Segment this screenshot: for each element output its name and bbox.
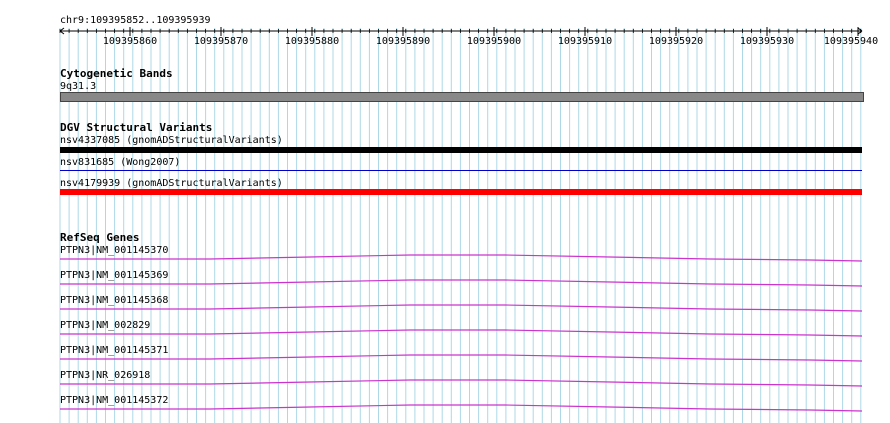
- dgv-variant-bar-2[interactable]: [60, 189, 862, 195]
- gene-line-3: [60, 329, 863, 337]
- gene-label-2[interactable]: PTPN3|NM_001145368: [60, 295, 168, 306]
- refseq-track-title: RefSeq Genes: [60, 231, 140, 244]
- ruler-tick-label-3: 109395890: [375, 36, 431, 47]
- gene-line-0: [60, 254, 863, 262]
- dgv-variant-label-0[interactable]: nsv4337085 (gnomADStructuralVariants): [60, 135, 283, 146]
- gene-line-2: [60, 304, 863, 312]
- ruler-tick-label-4: 109395900: [466, 36, 522, 47]
- dgv-variant-bar-0[interactable]: [60, 147, 862, 153]
- ruler-tick-label-0: 109395860: [102, 36, 158, 47]
- gene-line-4: [60, 354, 863, 362]
- cytoband-label: 9q31.3: [60, 81, 97, 92]
- gene-label-1[interactable]: PTPN3|NM_001145369: [60, 270, 168, 281]
- ruler-tick-label-8: 109395940: [823, 36, 879, 47]
- gene-label-5[interactable]: PTPN3|NR_026918: [60, 370, 150, 381]
- ruler-tick-label-5: 109395910: [557, 36, 613, 47]
- dgv-variant-bar-1[interactable]: [60, 170, 862, 171]
- dgv-variant-label-1[interactable]: nsv831685 (Wong2007): [60, 157, 180, 168]
- gene-label-3[interactable]: PTPN3|NM_002829: [60, 320, 150, 331]
- track-grid-and-ruler: [59, 27, 863, 423]
- dgv-variant-label-2[interactable]: nsv4179939 (gnomADStructuralVariants): [60, 178, 283, 189]
- location-label: chr9:109395852..109395939: [60, 15, 211, 26]
- gene-line-5: [60, 379, 863, 387]
- gene-line-6: [60, 404, 863, 412]
- gene-line-1: [60, 279, 863, 287]
- dgv-track-title: DGV Structural Variants: [60, 121, 213, 134]
- cytoband-bar[interactable]: [60, 92, 864, 102]
- gene-label-4[interactable]: PTPN3|NM_001145371: [60, 345, 168, 356]
- ruler-tick-label-7: 109395930: [739, 36, 795, 47]
- ruler-tick-label-1: 109395870: [193, 36, 249, 47]
- ruler-tick-label-2: 109395880: [284, 36, 340, 47]
- gene-label-0[interactable]: PTPN3|NM_001145370: [60, 245, 168, 256]
- ruler-tick-label-6: 109395920: [648, 36, 704, 47]
- cytoband-track-title: Cytogenetic Bands: [60, 67, 173, 80]
- gene-label-6[interactable]: PTPN3|NM_001145372: [60, 395, 168, 406]
